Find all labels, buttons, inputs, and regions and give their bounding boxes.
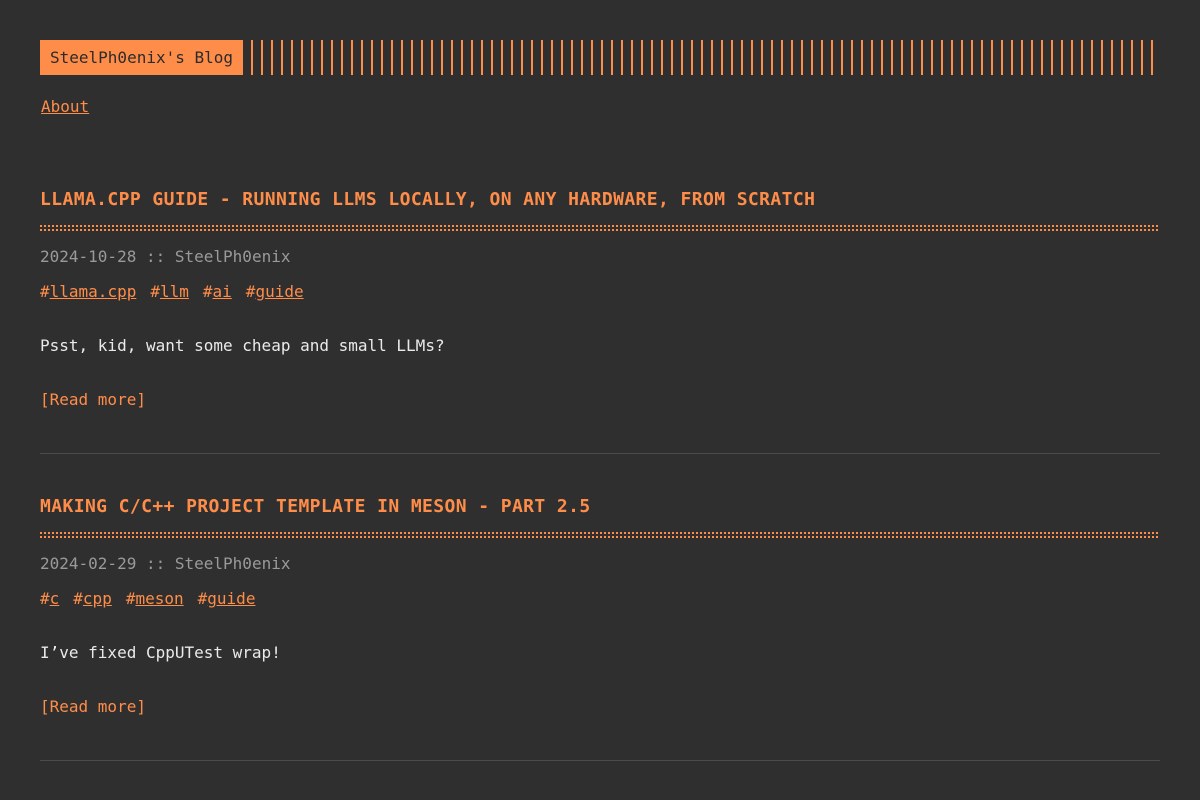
hash-icon: # [40,589,50,608]
hash-icon: # [197,589,208,608]
hash-icon: # [202,282,213,301]
hash-icon: # [150,282,160,301]
post-excerpt: I’ve fixed CppUTest wrap! [40,643,281,662]
post-excerpt: Psst, kid, want some cheap and small LLM… [40,336,445,355]
tag: #guide [246,282,304,302]
tag: #ai [203,282,232,302]
post-item: Making C/C++ project template in Meson -… [40,494,1160,761]
post-date: 2024-10-28 [40,247,137,266]
tag: #meson [126,589,184,609]
hash-icon: # [40,282,50,301]
nav-link-about[interactable]: About [41,97,89,116]
tag: #llm [150,282,189,302]
page: SteelPh0enix's Blog About llama.cpp guid… [40,40,1160,761]
tag-link[interactable]: llm [160,282,189,301]
post-tags: #llama.cpp #llm #ai #guide [40,282,1160,302]
hash-icon: # [73,589,83,608]
title-dotted-rule [40,532,1160,538]
tag-link[interactable]: llama.cpp [50,282,137,301]
hash-icon: # [245,282,256,301]
read-more-link[interactable]: [Read more] [40,697,146,717]
tag: #guide [198,589,256,609]
tag-link[interactable]: meson [135,589,183,608]
tag: #c [40,589,59,609]
post-author: SteelPh0enix [174,247,291,266]
post-tags: #c #cpp #meson #guide [40,589,1160,609]
tag-link[interactable]: guide [255,282,303,301]
tag: #cpp [73,589,112,609]
read-more-link[interactable]: [Read more] [40,390,146,410]
title-dotted-rule [40,225,1160,231]
post-title-link[interactable]: llama.cpp guide - running LLMs locally, … [40,187,1160,213]
tag-link[interactable]: guide [207,589,255,608]
post-author: SteelPh0enix [174,554,291,573]
site-logo-link[interactable]: SteelPh0enix's Blog [40,40,244,75]
logo-cursor-stripes [251,40,1160,75]
post-meta: 2024-10-28 :: SteelPh0enix [40,247,1160,267]
post-divider [40,453,1160,454]
meta-separator: :: [145,247,166,266]
tag-link[interactable]: cpp [83,589,112,608]
tag: #llama.cpp [40,282,136,302]
post-date: 2024-02-29 [40,554,137,573]
meta-separator: :: [145,554,166,573]
main-nav: About [40,97,1160,117]
tag-link[interactable]: c [50,589,60,608]
site-header: SteelPh0enix's Blog [40,40,1160,75]
post-divider [40,760,1160,761]
post-title-link[interactable]: Making C/C++ project template in Meson -… [40,494,1160,520]
post-meta: 2024-02-29 :: SteelPh0enix [40,554,1160,574]
post-item: llama.cpp guide - running LLMs locally, … [40,187,1160,454]
tag-link[interactable]: ai [213,282,232,301]
